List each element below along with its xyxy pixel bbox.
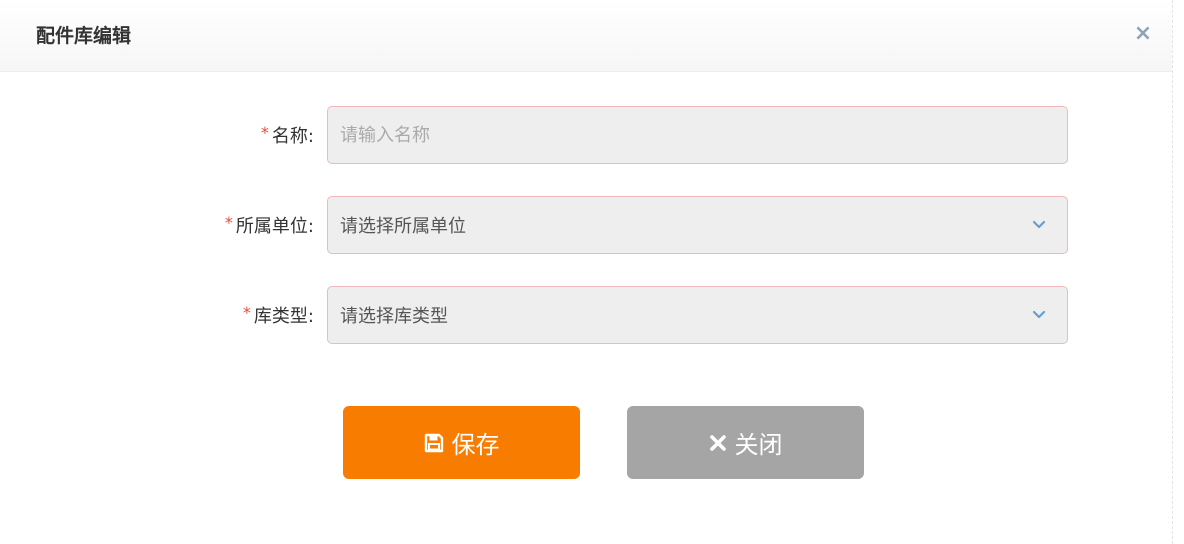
form-row-name: * 名称: <box>0 106 1184 164</box>
name-label-text: 名称: <box>271 126 314 147</box>
unit-select-value: 请选择所属单位 <box>340 216 466 237</box>
unit-select[interactable]: 请选择所属单位 <box>327 196 1068 254</box>
unit-label: * 所属单位: <box>225 196 314 254</box>
form-row-unit: * 所属单位: 请选择所属单位 <box>0 196 1184 254</box>
name-label: * 名称: <box>261 106 314 164</box>
floppy-disk-icon <box>424 433 444 453</box>
close-button-label: 关闭 <box>734 431 783 459</box>
store-type-select-value: 请选择库类型 <box>340 306 448 327</box>
store-type-label-text: 库类型: <box>253 306 314 327</box>
save-button-label: 保存 <box>451 431 500 459</box>
dialog-edge <box>1172 0 1173 544</box>
dialog-header: 配件库编辑 × <box>0 0 1172 72</box>
edit-dialog: 配件库编辑 × * 名称: * 所属单位: 请选择所属单位 * 库类型: 请选择… <box>0 0 1184 544</box>
save-button[interactable]: 保存 <box>343 406 580 479</box>
chevron-down-icon <box>1032 220 1046 229</box>
close-button[interactable]: 关闭 <box>627 406 864 479</box>
unit-label-text: 所属单位: <box>235 216 314 237</box>
close-x-icon <box>709 434 727 452</box>
required-mark: * <box>260 122 269 142</box>
dialog-title: 配件库编辑 <box>36 25 132 47</box>
store-type-select[interactable]: 请选择库类型 <box>327 286 1068 344</box>
chevron-down-icon <box>1032 310 1046 319</box>
close-icon[interactable]: × <box>1128 18 1158 48</box>
required-mark: * <box>242 302 251 322</box>
name-input[interactable] <box>327 106 1068 164</box>
required-mark: * <box>224 212 233 232</box>
form-row-store-type: * 库类型: 请选择库类型 <box>0 286 1184 344</box>
store-type-label: * 库类型: <box>243 286 314 344</box>
